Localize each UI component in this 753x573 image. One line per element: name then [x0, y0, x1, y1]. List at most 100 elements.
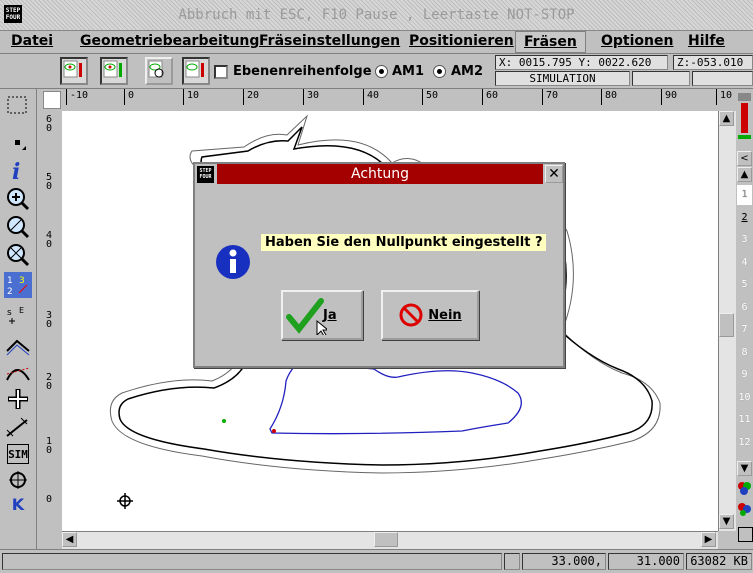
ruler-tick-line	[661, 89, 662, 105]
ebenenreihenfolge-checkbox[interactable]	[214, 65, 228, 79]
arc-icon	[6, 367, 30, 381]
contour-tool[interactable]	[4, 332, 32, 358]
no-sign-icon	[399, 303, 423, 327]
info-tool[interactable]: i	[4, 157, 32, 183]
status-field-empty-2	[692, 71, 753, 86]
status-indicator	[504, 553, 520, 570]
ruler-tick-label: 0	[46, 494, 53, 505]
ruler-tick-label: 0	[128, 90, 135, 101]
vertical-scrollbar[interactable]: ▲ ▼	[718, 111, 736, 531]
ruler-tick-line	[66, 89, 67, 105]
start-point-tool[interactable]: sE	[4, 302, 32, 328]
toolbar: Ebenenreihenfolge AM1 AM2 X: 0015.795 Y:…	[0, 54, 753, 89]
order-tool[interactable]: 132	[4, 272, 32, 298]
zoom-in-icon	[7, 188, 30, 211]
layer-view-button[interactable]	[60, 57, 88, 85]
layer-number-1[interactable]: 1	[737, 185, 752, 205]
ruler-tick-label: 5 0	[46, 172, 53, 192]
status-x-value: 33.000,	[522, 553, 606, 570]
ruler-tick-label: 1 0	[46, 436, 53, 456]
checkmark-icon	[286, 298, 327, 335]
menu-fraeseinstellungen[interactable]: Fräseinstellungen	[259, 33, 400, 49]
menu-geometriebearbeitung[interactable]: Geometriebearbeitung	[80, 33, 259, 49]
am1-radio[interactable]	[375, 65, 388, 78]
layer-number-3[interactable]: 3	[737, 230, 752, 250]
layer-color-icon[interactable]	[737, 481, 752, 496]
layer-eye-icon	[63, 60, 82, 78]
status-bar: 33.000, 31.000 63082 KB	[0, 549, 753, 573]
window-title: Abbruch mit ESC, F10 Pause , Leertaste N…	[178, 7, 575, 23]
layer-number-8[interactable]: 8	[737, 343, 752, 363]
ruler-tick-label: 3 0	[46, 310, 53, 330]
yes-button[interactable]: Ja	[281, 290, 363, 340]
layer-number-11[interactable]: 11	[737, 410, 752, 430]
crosshair-tool[interactable]	[4, 386, 32, 412]
layer-number-5[interactable]: 5	[737, 275, 752, 295]
layer-color-icon-2[interactable]	[737, 502, 752, 517]
no-button[interactable]: Nein	[381, 290, 479, 340]
layer-frame-icon[interactable]	[738, 527, 753, 542]
vertical-scroll-thumb[interactable]	[719, 313, 734, 337]
ruler-tick-line	[363, 89, 364, 105]
mode-display: SIMULATION	[495, 71, 630, 86]
simulation-tool[interactable]: SIM	[7, 444, 29, 464]
ruler-tick-label: 90	[665, 90, 678, 101]
scroll-left-button[interactable]: ◀	[62, 532, 77, 547]
ruler-tick-label: 30	[307, 90, 320, 101]
k-tool[interactable]: K	[4, 491, 32, 517]
layer-edit-icon	[103, 60, 122, 78]
layer-edit-button[interactable]	[100, 57, 128, 85]
ruler-tick-line	[601, 89, 602, 105]
arc-tool[interactable]	[4, 359, 32, 385]
layer-number-4[interactable]: 4	[737, 253, 752, 273]
horizontal-scroll-thumb[interactable]	[374, 532, 398, 547]
svg-text:E: E	[19, 306, 24, 315]
layer-number-10[interactable]: 10	[737, 388, 752, 408]
point-icon	[15, 140, 26, 150]
zoom-in-tool[interactable]	[4, 186, 32, 212]
ebenenreihenfolge-label: Ebenenreihenfolge	[233, 64, 372, 79]
scroll-up-button[interactable]: ▲	[719, 111, 734, 126]
layer-up-button[interactable]: ▲	[737, 167, 752, 182]
ruler-tick-line	[243, 89, 244, 105]
scroll-right-button[interactable]: ▶	[701, 532, 716, 547]
horizontal-ruler: -10 0 10 20 30 40 50 60 70 80 90 10	[40, 89, 732, 112]
menu-positionieren[interactable]: Positionieren	[409, 33, 514, 49]
zoom-window-tool[interactable]	[4, 214, 32, 240]
z-coordinate-display: Z:-053.010	[673, 55, 753, 70]
menu-hilfe[interactable]: Hilfe	[688, 33, 725, 49]
select-rect-tool[interactable]	[4, 93, 32, 119]
point-tool[interactable]	[4, 130, 32, 156]
layer-zoom-button[interactable]	[145, 57, 173, 85]
layer-down-button[interactable]: ▼	[737, 461, 752, 476]
dialog-close-button[interactable]: ✕	[545, 165, 563, 183]
horizontal-scrollbar[interactable]: ◀ ▶	[62, 531, 718, 549]
right-layer-panel: < ▲ ▼ 1 2 3 4 5 6 7 8 9 10 11 12	[736, 89, 753, 549]
target-tool[interactable]	[4, 467, 32, 493]
zoom-all-tool[interactable]	[4, 242, 32, 268]
menu-optionen[interactable]: Optionen	[601, 33, 673, 49]
layer-number-9[interactable]: 9	[737, 365, 752, 385]
zoom-window-icon	[7, 216, 30, 239]
ruler-tick-label: 20	[247, 90, 260, 101]
scroll-down-button[interactable]: ▼	[719, 514, 734, 529]
layer-select-button[interactable]	[182, 57, 210, 85]
contour-line-icon	[6, 339, 30, 356]
svg-text:s: s	[7, 308, 12, 318]
ruler-tick-label: 4 0	[46, 230, 53, 250]
layer-number-7[interactable]: 7	[737, 320, 752, 340]
am2-radio[interactable]	[433, 65, 446, 78]
dialog-message: Haben Sie den Nullpunkt eingestellt ?	[261, 234, 547, 251]
layer-number-2[interactable]: 2	[737, 208, 752, 228]
layer-collapse-button[interactable]: <	[737, 151, 752, 166]
ruler-tick-line	[303, 89, 304, 105]
menu-datei[interactable]: Datei	[11, 33, 53, 49]
menu-fraesen[interactable]: Fräsen	[515, 31, 586, 53]
confirm-dialog: STEP FOUR Achtung ✕ Haben Sie den Nullpu…	[193, 162, 565, 368]
layer-bar-grey	[738, 93, 751, 101]
layer-number-12[interactable]: 12	[737, 433, 752, 453]
layer-number-6[interactable]: 6	[737, 298, 752, 318]
measure-tool[interactable]	[4, 415, 32, 441]
am2-label: AM2	[451, 64, 484, 79]
dialog-logo: STEP FOUR	[197, 166, 214, 183]
